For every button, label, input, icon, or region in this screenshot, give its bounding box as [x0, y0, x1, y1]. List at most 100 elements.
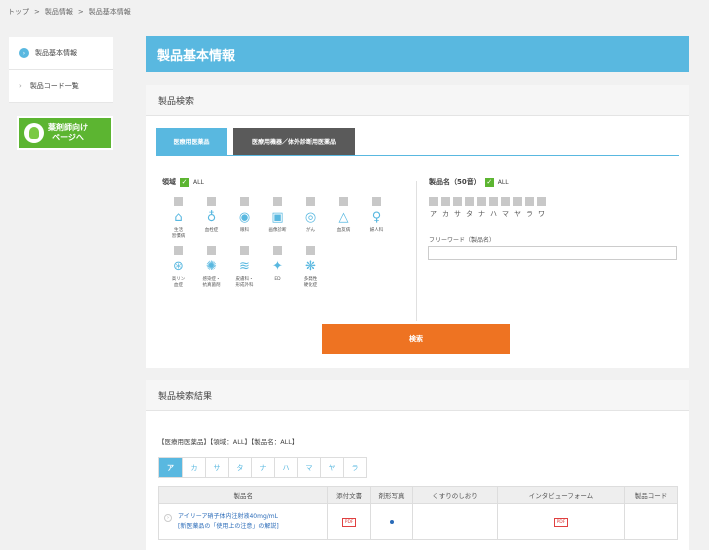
field-option[interactable]: △ 血友病 — [327, 197, 360, 240]
field-label: 画像診断 — [268, 228, 287, 233]
kana-letter: ラ — [526, 210, 533, 218]
kana-letter: ヤ — [514, 210, 521, 218]
search-tabs: 医療用医薬品 医療用機器／体外診断用医薬品 — [156, 128, 355, 155]
field-option[interactable]: ♁ 血栓症 — [195, 197, 228, 240]
banner-line1: 薬剤師向け — [48, 123, 88, 132]
kana-letter: マ — [502, 210, 509, 218]
kana-letter: ワ — [538, 210, 545, 218]
field-checkbox[interactable] — [273, 246, 282, 255]
kana-tab[interactable]: サ — [205, 458, 228, 477]
kana-checkbox[interactable] — [477, 197, 486, 206]
expand-icon[interactable]: › — [164, 513, 172, 522]
sidebar-item-label: 製品コード一覧 — [29, 82, 79, 90]
arrow-right-icon: › — [19, 82, 22, 90]
field-checkbox[interactable] — [174, 246, 183, 255]
field-checkbox[interactable] — [240, 246, 249, 255]
column-header: インタビューフォーム — [496, 486, 626, 504]
kana-checkbox[interactable] — [525, 197, 534, 206]
kana-tab[interactable]: ナ — [251, 458, 274, 477]
scan-icon: ▣ — [271, 210, 284, 225]
field-checkbox[interactable] — [174, 197, 183, 206]
field-option[interactable]: ✺ 感染症・ 抗真菌剤 — [195, 246, 228, 289]
kana-checkbox[interactable] — [441, 197, 450, 206]
breadcrumb-top-link[interactable]: トップ — [8, 7, 29, 17]
field-option[interactable]: ≋ 皮膚科・ 形成外科 — [228, 246, 261, 289]
leaflet-cell — [412, 503, 498, 540]
column-header: 製品名 — [157, 486, 329, 504]
kana-tab[interactable]: タ — [228, 458, 251, 477]
kana-checkbox[interactable] — [513, 197, 522, 206]
sidebar: › 製品基本情報 › 製品コード一覧 — [9, 37, 113, 103]
kana-tab[interactable]: マ — [297, 458, 320, 477]
sidebar-item-product-info[interactable]: › 製品基本情報 — [9, 37, 113, 70]
page-header: 製品基本情報 — [146, 36, 689, 72]
field-checkbox[interactable] — [207, 197, 216, 206]
kana-checkbox[interactable] — [489, 197, 498, 206]
search-panel-title: 製品検索 — [146, 85, 689, 116]
field-option[interactable]: ◎ がん — [294, 197, 327, 240]
breadcrumb-product-info-link[interactable]: 製品情報 — [45, 7, 73, 17]
check-circle-icon: › — [19, 48, 29, 58]
photo-link-icon[interactable] — [389, 519, 394, 524]
table-row: › アイリーア硝子体内注射液40mg/mL [新医薬品の「使用上の注意」の解説]… — [157, 503, 678, 540]
tab-devices-diagnostics[interactable]: 医療用機器／体外診断用医薬品 — [233, 128, 355, 155]
field-checkbox[interactable] — [372, 197, 381, 206]
kana-checkbox[interactable] — [465, 197, 474, 206]
page-title: 製品基本情報 — [157, 48, 236, 64]
kana-tab[interactable]: ラ — [343, 458, 366, 477]
field-option[interactable]: ⌂ 生活 習慣病 — [162, 197, 195, 240]
field-option[interactable]: ✦ ED — [261, 246, 294, 289]
field-checkbox[interactable] — [207, 246, 216, 255]
field-checkbox[interactable] — [240, 197, 249, 206]
interview-form-cell: PDF — [496, 503, 626, 540]
field-label: 感染症・ 抗真菌剤 — [202, 277, 221, 288]
pharmacist-page-banner[interactable]: 薬剤師向け ページへ — [17, 116, 113, 150]
free-word-input[interactable] — [428, 246, 677, 260]
field-option[interactable]: ⊛ 高リン 血症 — [162, 246, 195, 289]
drop-icon: ♁ — [206, 210, 217, 225]
eye-icon: ◉ — [238, 210, 251, 225]
nerve-icon: ❋ — [305, 259, 316, 274]
name-all-checkbox[interactable]: ✓ — [484, 177, 494, 187]
kana-tab[interactable]: カ — [182, 458, 205, 477]
product-name-link[interactable]: アイリーア硝子体内注射液40mg/mL — [178, 513, 278, 520]
kana-checkbox[interactable] — [453, 197, 462, 206]
product-name-cell: › アイリーア硝子体内注射液40mg/mL [新医薬品の「使用上の注意」の解説] — [157, 503, 329, 540]
breadcrumb-current: 製品基本情報 — [88, 8, 131, 16]
photo-cell — [369, 503, 414, 540]
blood-drop-icon: △ — [338, 210, 349, 225]
field-option[interactable]: ❋ 多発性 硬化症 — [294, 246, 327, 289]
kana-checkbox[interactable] — [429, 197, 438, 206]
pdf-icon[interactable]: PDF — [342, 517, 357, 527]
tab-underline — [156, 155, 679, 156]
field-grid: ⌂ 生活 習慣病 ♁ 血栓症 ◉ 眼科 ▣ 画像診断 ◎ がん △ 血友病 ♀ 婦人科 ⊛ 高リ… — [162, 197, 393, 289]
field-all-checkbox[interactable]: ✓ — [180, 177, 189, 187]
house-icon: ⌂ — [174, 210, 183, 225]
field-option[interactable]: ▣ 画像診断 — [261, 197, 294, 240]
field-checkbox[interactable] — [306, 246, 315, 255]
pdf-icon[interactable]: PDF — [553, 517, 568, 527]
field-checkbox[interactable] — [306, 197, 315, 206]
sidebar-item-product-code-list[interactable]: › 製品コード一覧 — [9, 70, 113, 103]
field-filter-title: 領域 — [162, 178, 176, 186]
kana-tabs: ア カ サ タ ナ ハ マ ヤ ラ — [158, 457, 367, 478]
kana-checkbox[interactable] — [501, 197, 510, 206]
field-checkbox[interactable] — [339, 197, 348, 206]
product-note-link[interactable]: [新医薬品の「使用上の注意」の解説] — [178, 523, 279, 530]
kana-tab[interactable]: ヤ — [320, 458, 343, 477]
field-option[interactable]: ♀ 婦人科 — [360, 197, 393, 240]
search-condition: 【医療用医薬品】【領域：ALL】【製品名：ALL】 — [158, 438, 299, 446]
field-option[interactable]: ◉ 眼科 — [228, 197, 261, 240]
tab-ethical-drugs[interactable]: 医療用医薬品 — [156, 128, 227, 155]
column-header: 添付文書 — [327, 486, 371, 504]
product-code-cell — [624, 503, 678, 540]
kana-tab[interactable]: ハ — [274, 458, 297, 477]
search-button[interactable]: 検索 — [322, 324, 510, 354]
column-header: くすりのしおり — [412, 486, 498, 504]
field-all-label: ALL — [193, 178, 204, 186]
pill-icon: ✦ — [272, 259, 283, 274]
field-label: 血栓症 — [204, 228, 219, 233]
kana-tab[interactable]: ア — [159, 458, 182, 477]
field-checkbox[interactable] — [273, 197, 282, 206]
kana-checkbox[interactable] — [537, 197, 546, 206]
